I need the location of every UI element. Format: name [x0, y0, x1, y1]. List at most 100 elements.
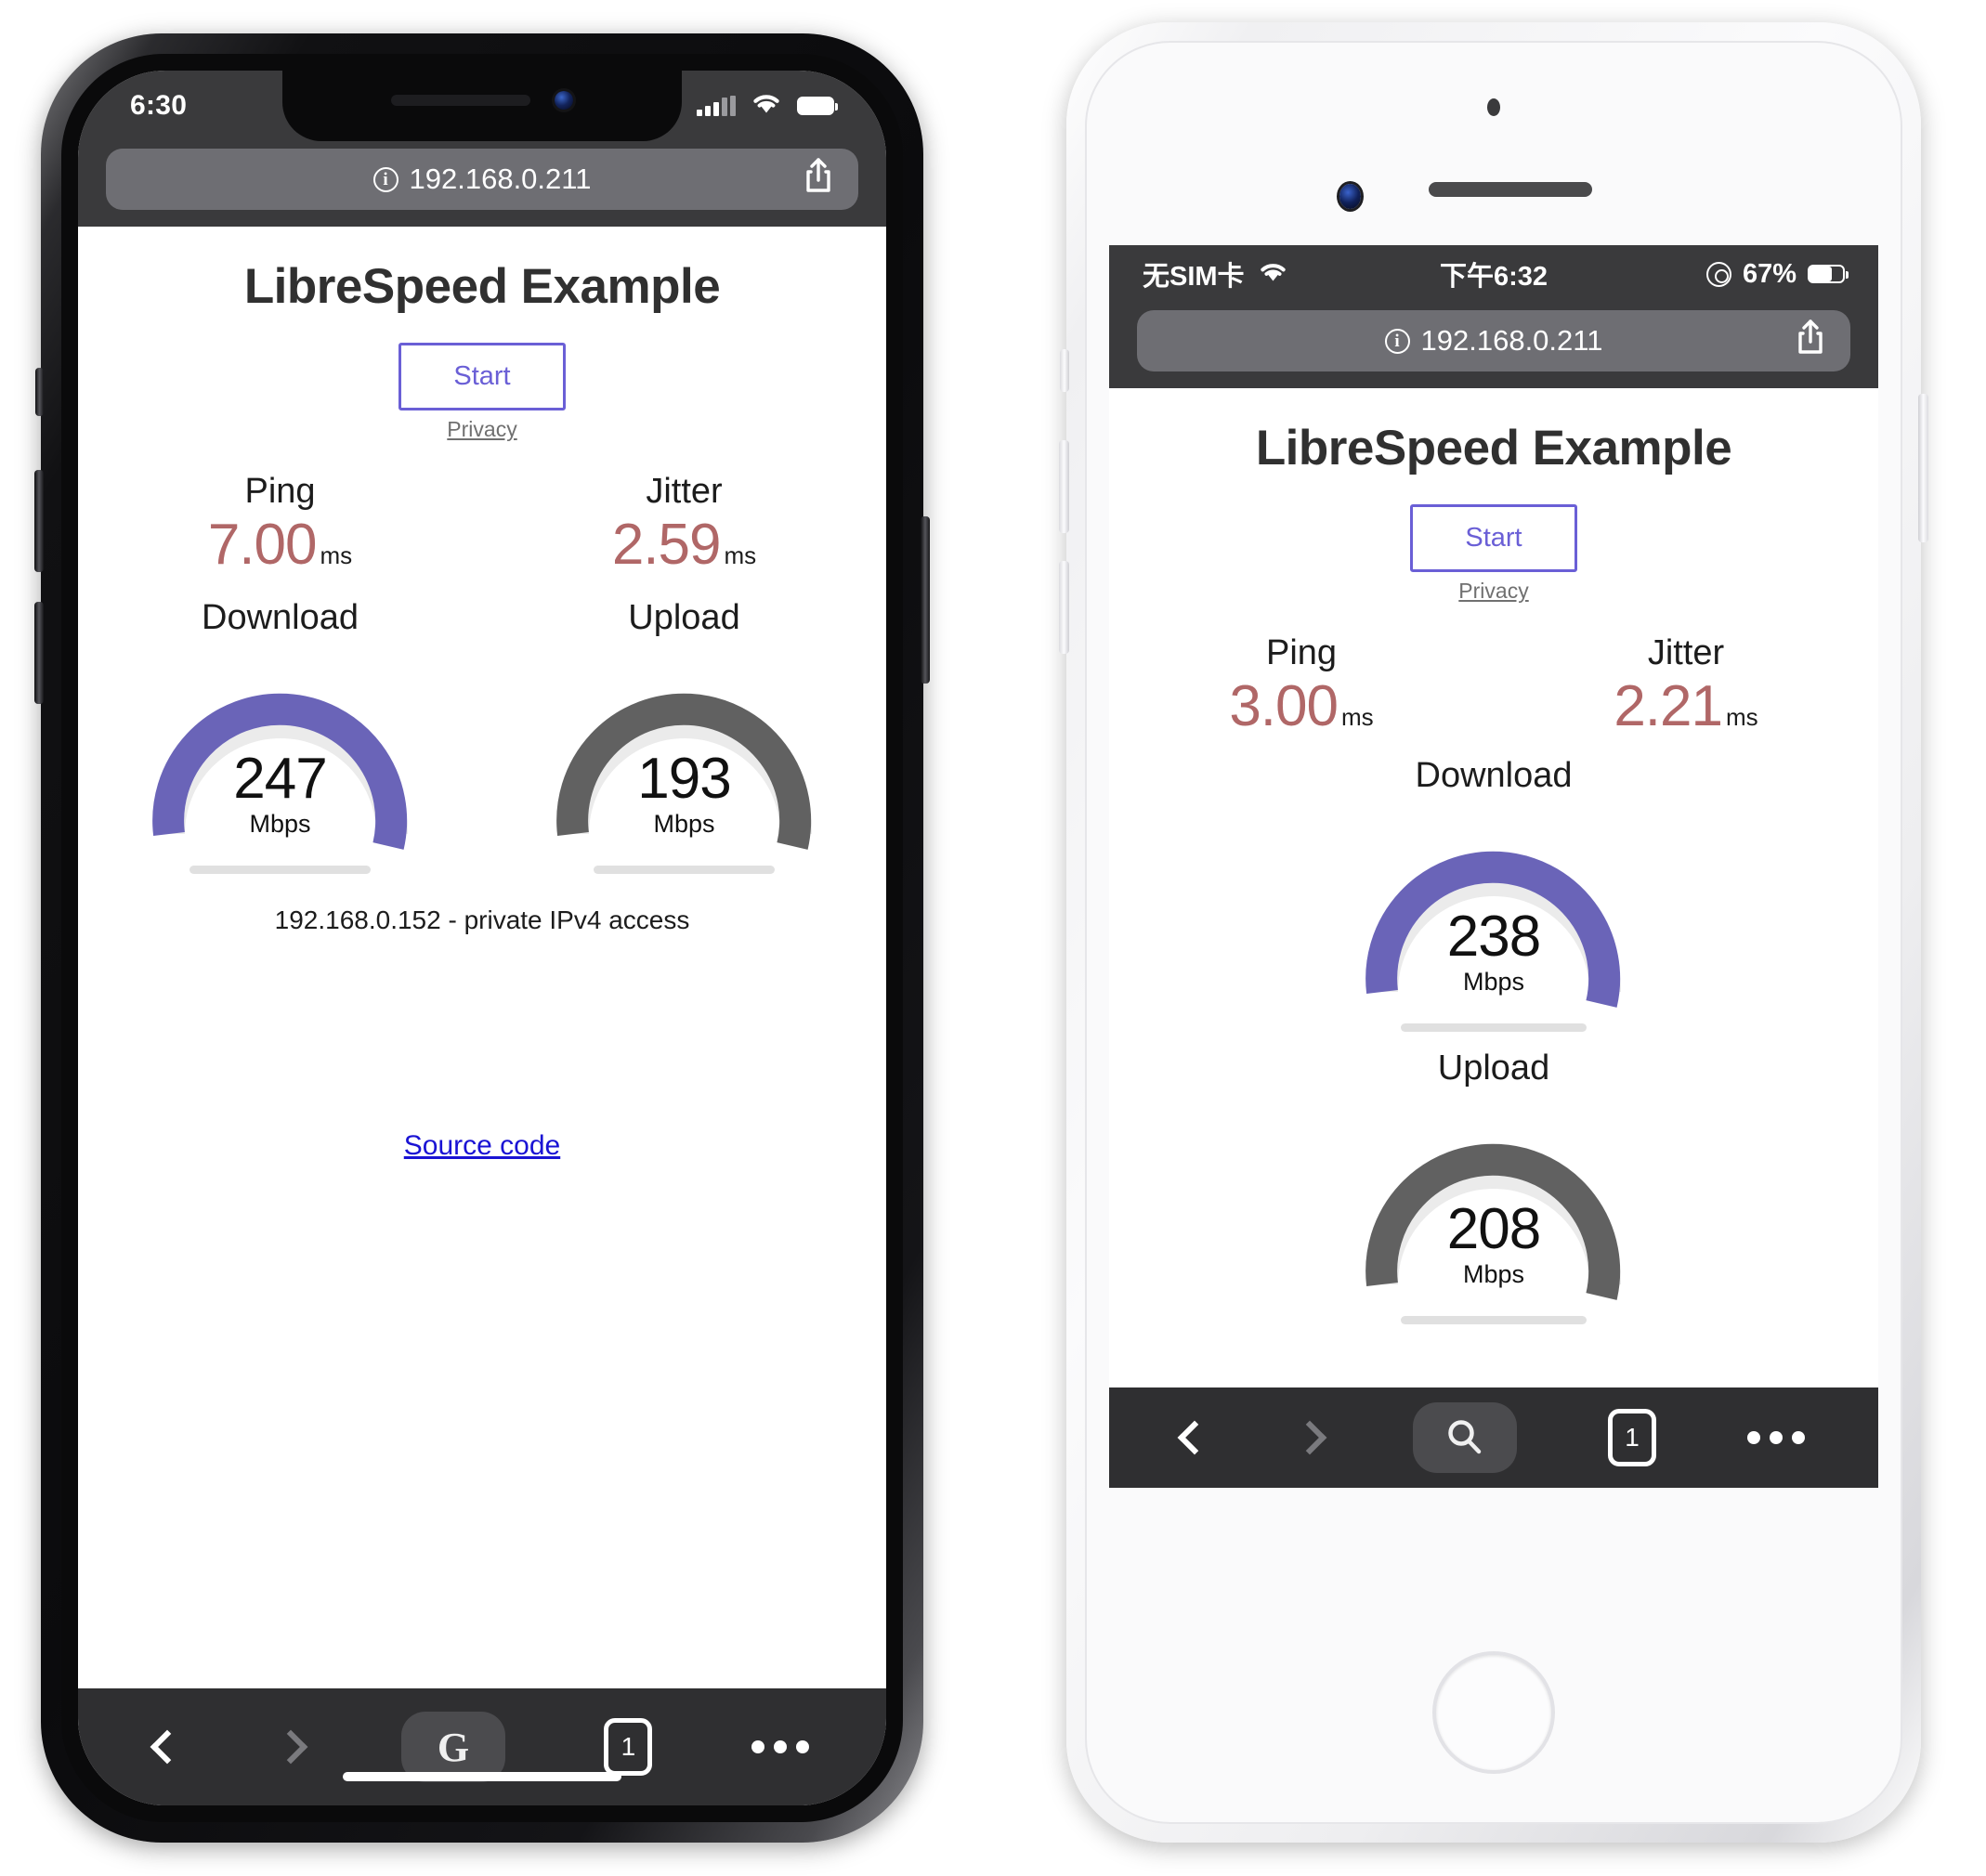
- back-button-right[interactable]: [1177, 1420, 1212, 1455]
- upload-value-right: 208: [1446, 1197, 1541, 1262]
- status-left-group-right: 无SIM卡: [1143, 254, 1288, 293]
- back-button-left[interactable]: [150, 1729, 185, 1765]
- jitter-label-left: Jitter: [646, 472, 723, 511]
- upload-gauge-cell-right: Upload 208 Mbps: [1109, 1049, 1878, 1324]
- browser-toolbar-left: G 1: [78, 1688, 886, 1805]
- phone-right-bezel: 无SIM卡 下午6:32 67% i 192.168.0.211 LibreSp…: [1085, 41, 1902, 1824]
- browser-chrome-right: i 192.168.0.211: [1109, 303, 1878, 388]
- earpiece-speaker-icon: [391, 95, 530, 106]
- rotation-lock-icon: [1705, 261, 1731, 287]
- ping-value-row-right: 3.00 ms: [1109, 673, 1494, 739]
- volume-up-button-right[interactable]: [1059, 440, 1069, 533]
- home-button-right[interactable]: [1432, 1651, 1555, 1774]
- ellipsis-icon: [1792, 1431, 1805, 1444]
- source-code-section-left: Source code: [78, 1130, 886, 1162]
- front-camera-icon: [1339, 184, 1361, 209]
- ping-label-right: Ping: [1265, 633, 1338, 672]
- upload-unit-left: Mbps: [653, 809, 715, 838]
- upload-gauge-cell-left: Upload 193 Mbps: [482, 598, 886, 874]
- status-bar-right: 无SIM卡 下午6:32 67%: [1109, 245, 1878, 303]
- more-button-right[interactable]: [1747, 1431, 1805, 1444]
- status-time-left: 6:30: [130, 90, 188, 121]
- gauge-row-left: Download 247 Mbps Upload 193 Mbps: [78, 598, 886, 874]
- ping-cell-right: Ping 3.00 ms: [1109, 633, 1494, 739]
- webpage-right: LibreSpeed Example Start Privacy Ping 3.…: [1109, 388, 1878, 1387]
- wifi-icon: [751, 90, 782, 122]
- download-label-left: Download: [202, 598, 359, 637]
- jitter-value-row-left: 2.59 ms: [482, 512, 886, 578]
- jitter-value-left: 2.59: [611, 513, 722, 577]
- chevron-right-icon: [273, 1729, 307, 1765]
- download-value-right: 238: [1446, 905, 1541, 970]
- notch-left: [282, 71, 682, 141]
- ellipsis-icon: [795, 1740, 809, 1753]
- upload-gauge-left: 193 Mbps: [545, 644, 824, 862]
- wifi-icon: [1258, 259, 1288, 290]
- power-button-right[interactable]: [1918, 394, 1928, 542]
- phone-right-iphone-8: 无SIM卡 下午6:32 67% i 192.168.0.211 LibreSp…: [1059, 22, 1928, 1843]
- volume-up-button-left[interactable]: [34, 470, 44, 572]
- tabs-button-left[interactable]: 1: [604, 1718, 653, 1776]
- info-icon[interactable]: i: [372, 166, 399, 192]
- upload-gauge-right: 208 Mbps: [1354, 1094, 1633, 1312]
- address-bar-right[interactable]: i 192.168.0.211: [1137, 310, 1850, 371]
- upload-unit-right: Mbps: [1462, 1259, 1525, 1288]
- url-text-right: 192.168.0.211: [1420, 324, 1603, 357]
- download-gauge-right: 238 Mbps: [1354, 801, 1633, 1020]
- download-progress-right: [1401, 1023, 1587, 1032]
- privacy-link-right[interactable]: Privacy: [1109, 579, 1878, 604]
- volume-down-button-right[interactable]: [1059, 561, 1069, 654]
- start-button-left[interactable]: Start: [399, 343, 566, 410]
- browser-chrome-left: i 192.168.0.211: [78, 141, 886, 227]
- ping-unit-right: ms: [1341, 703, 1374, 731]
- start-section-right: Start Privacy: [1109, 504, 1878, 604]
- phone-left-screen: 6:30 i 192.168.0.211 LibreSpeed Example …: [78, 71, 886, 1805]
- status-time-right: 下午6:32: [1439, 262, 1548, 292]
- chevron-right-icon: [1292, 1420, 1327, 1455]
- carrier-label-right: 无SIM卡: [1143, 262, 1245, 292]
- jitter-unit-left: ms: [724, 541, 757, 569]
- tabs-button-right[interactable]: 1: [1608, 1409, 1656, 1466]
- privacy-link-left[interactable]: Privacy: [78, 417, 886, 442]
- ellipsis-icon: [1770, 1431, 1783, 1444]
- download-value-left: 247: [233, 747, 327, 812]
- mute-switch-right[interactable]: [1060, 349, 1069, 392]
- page-title-right: LibreSpeed Example: [1255, 421, 1732, 476]
- jitter-cell-left: Jitter 2.59 ms: [482, 472, 886, 578]
- start-button-right[interactable]: Start: [1410, 504, 1577, 572]
- share-icon[interactable]: [803, 156, 834, 202]
- download-gauge-cell-right: Download 238 Mbps: [1109, 756, 1878, 1032]
- more-button-left[interactable]: [751, 1740, 809, 1753]
- status-icons-left: [697, 90, 838, 122]
- address-bar-left[interactable]: i 192.168.0.211: [106, 149, 858, 210]
- ping-jitter-row-left: Ping 7.00 ms Jitter 2.59 ms: [78, 472, 886, 578]
- start-section-left: Start Privacy: [78, 343, 886, 442]
- jitter-value-right: 2.21: [1614, 674, 1723, 738]
- volume-down-button-left[interactable]: [34, 602, 44, 704]
- battery-icon: [797, 97, 838, 115]
- phone-left-iphone-x: 6:30 i 192.168.0.211 LibreSpeed Example …: [34, 33, 930, 1843]
- download-progress-left: [189, 866, 371, 874]
- info-icon[interactable]: i: [1384, 328, 1410, 354]
- jitter-label-right: Jitter: [1647, 633, 1725, 672]
- source-code-link-left[interactable]: Source code: [404, 1130, 560, 1161]
- ellipsis-icon: [751, 1740, 764, 1753]
- home-indicator-left[interactable]: [343, 1772, 621, 1781]
- ellipsis-icon: [773, 1740, 787, 1753]
- forward-button-right[interactable]: [1292, 1420, 1327, 1455]
- power-button-left[interactable]: [921, 516, 930, 684]
- front-camera-icon: [555, 91, 573, 110]
- battery-icon: [1808, 265, 1849, 283]
- search-button-right[interactable]: [1413, 1402, 1517, 1473]
- chevron-left-icon: [1177, 1420, 1212, 1455]
- webpage-left: LibreSpeed Example Start Privacy Ping 7.…: [78, 227, 886, 1688]
- mute-switch-left[interactable]: [35, 368, 44, 416]
- forward-button-left[interactable]: [273, 1729, 307, 1765]
- download-unit-right: Mbps: [1462, 967, 1525, 996]
- ping-jitter-row-right: Ping 3.00 ms Jitter 2.21 ms: [1109, 633, 1878, 739]
- ping-unit-left: ms: [320, 541, 353, 569]
- ping-label-left: Ping: [244, 472, 316, 511]
- ellipsis-icon: [1747, 1431, 1760, 1444]
- share-icon[interactable]: [1795, 318, 1826, 364]
- battery-percent-right: 67%: [1742, 258, 1797, 289]
